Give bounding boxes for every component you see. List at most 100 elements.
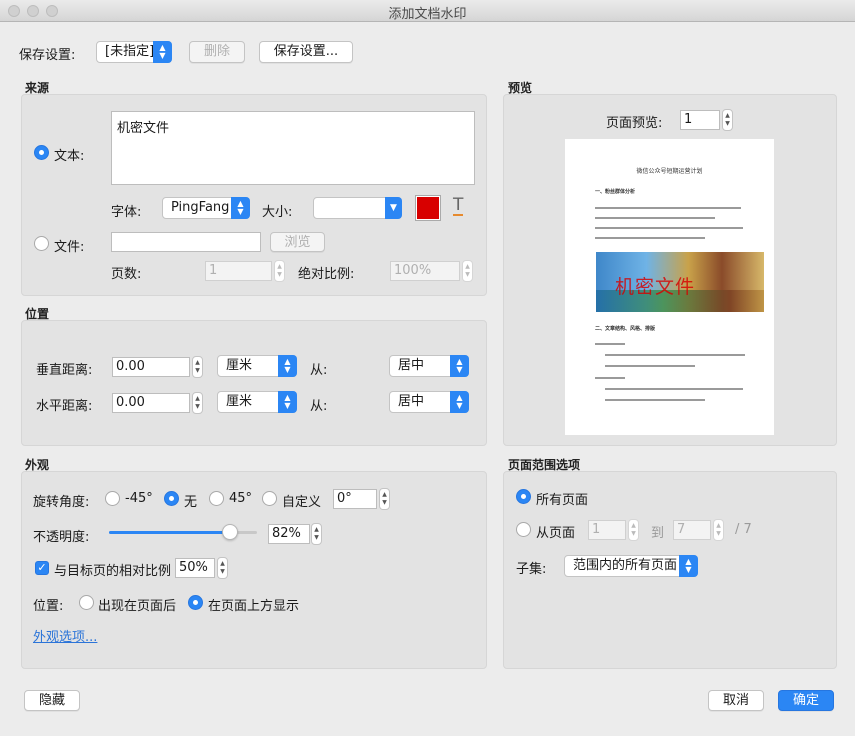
chevron-updown-icon: ▲ ▼ [231,197,250,219]
watermark-text-area[interactable]: 机密文件 [111,111,475,185]
preview-doc-title: 微信公众号短期运营计划 [636,168,703,175]
rotation-none-label: 无 [184,495,198,510]
relative-scale-stepper[interactable]: ▲ ▼ [217,557,228,579]
to-page-stepper[interactable]: ▲ ▼ [713,519,724,541]
scale-stepper[interactable]: ▲ ▼ [462,260,473,282]
from-page-stepper[interactable]: ▲ ▼ [628,519,639,541]
size-label: 大小: [262,205,293,220]
all-pages-label: 所有页面 [536,493,589,508]
rotation-45-label: 45° [229,491,253,506]
chevron-updown-icon: ▲ ▼ [450,355,469,377]
chevron-updown-icon: ▲ ▼ [450,391,469,413]
scale-field[interactable]: 100% [390,261,460,281]
color-swatch [417,197,439,219]
vertical-from-label: 从: [310,363,328,378]
relative-scale-checkbox[interactable]: ✓ [35,561,49,575]
rotation-custom-radio[interactable] [262,491,277,506]
rotation-custom-label: 自定义 [282,495,322,510]
chevron-updown-icon: ▲ ▼ [153,41,172,63]
page-stepper[interactable]: ▲ ▼ [274,260,285,282]
from-page-radio[interactable] [516,522,531,537]
horizontal-distance-field[interactable]: 0.00 [112,393,190,413]
chevron-updown-icon: ▲ ▼ [278,355,297,377]
front-page-label: 在页面上方显示 [208,599,300,614]
chevron-down-icon: ▼ [385,197,402,219]
opacity-label: 不透明度: [33,530,90,545]
opacity-slider-fill [109,531,231,534]
vertical-distance-field[interactable]: 0.00 [112,357,190,377]
appearance-options-link[interactable]: 外观选项... [33,626,97,645]
chevron-updown-icon: ▲ ▼ [278,391,297,413]
text-style-icon[interactable]: T [453,196,464,216]
preview-page-label: 页面预览: [606,116,663,131]
window-title: 添加文档水印 [388,7,467,22]
front-page-radio[interactable] [188,595,203,610]
opacity-field[interactable]: 82% [268,524,310,544]
rotation-neg45-radio[interactable] [105,491,120,506]
file-path-field[interactable] [111,232,261,252]
size-combo[interactable]: ▼ [313,197,402,219]
horizontal-distance-stepper[interactable]: ▲ ▼ [192,392,203,414]
horizontal-from-popup[interactable]: 居中 ▲ ▼ [389,391,469,413]
opacity-slider-track[interactable] [109,524,257,540]
text-source-radio[interactable] [34,145,49,160]
vertical-from-popup[interactable]: 居中 ▲ ▼ [389,355,469,377]
file-source-label: 文件: [54,240,85,255]
preset-label: 保存设置: [19,48,76,63]
relative-scale-field[interactable]: 50% [175,558,215,578]
doc-text-line [595,207,741,209]
preset-popup[interactable]: [未指定] ▲ ▼ [96,41,172,63]
preview-doc-heading-2: 二、文章结构、风格、排版 [595,326,656,332]
browse-button[interactable]: 浏览 [270,232,325,252]
doc-text-line [605,399,705,401]
horizontal-unit-popup[interactable]: 厘米 ▲ ▼ [217,391,297,413]
behind-page-radio[interactable] [79,595,94,610]
doc-text-line [595,217,715,219]
file-source-radio[interactable] [34,236,49,251]
opacity-stepper[interactable]: ▲ ▼ [311,523,322,545]
doc-text-line [605,354,745,356]
vertical-unit-popup[interactable]: 厘米 ▲ ▼ [217,355,297,377]
rotation-45-radio[interactable] [209,491,224,506]
preview-doc-heading-1: 一、粉丝群体分析 [595,189,636,195]
chevron-updown-icon: ▲ ▼ [679,555,698,577]
doc-text-line [595,377,625,379]
subset-value: 范围内的所有页面 [573,558,678,573]
vertical-distance-stepper[interactable]: ▲ ▼ [192,356,203,378]
to-page-field[interactable]: 7 [673,520,711,540]
watermark-preview: 机密文件 [615,276,696,298]
behind-page-label: 出现在页面后 [98,599,177,614]
vertical-from-value: 居中 [398,358,425,373]
total-pages-label: / 7 [735,522,752,537]
doc-text-line [605,365,695,367]
preview-page-field[interactable]: 1 [680,110,720,130]
save-preset-button[interactable]: 保存设置... [259,41,353,63]
horizontal-distance-label: 水平距离: [36,399,93,414]
font-popup[interactable]: PingFang ▲ ▼ [162,197,250,219]
delete-preset-button[interactable]: 删除 [189,41,245,63]
text-source-label: 文本: [54,149,85,164]
preview-page-stepper[interactable]: ▲ ▼ [722,109,733,131]
subset-popup[interactable]: 范围内的所有页面 ▲ ▼ [564,555,698,577]
font-value: PingFang [171,200,230,215]
page-field[interactable]: 1 [205,261,272,281]
vertical-unit-value: 厘米 [226,358,253,373]
vertical-distance-label: 垂直距离: [36,363,93,378]
rotation-custom-field[interactable]: 0° [333,489,377,509]
color-well[interactable] [415,195,441,221]
cancel-button[interactable]: 取消 [708,690,764,711]
horizontal-unit-value: 厘米 [226,394,253,409]
rotation-neg45-label: -45° [125,491,153,506]
position-group [21,320,487,446]
doc-text-line [595,227,743,229]
all-pages-radio[interactable] [516,489,531,504]
page-label: 页数: [111,267,142,282]
hide-button[interactable]: 隐藏 [24,690,80,711]
ok-button[interactable]: 确定 [778,690,834,711]
rotation-custom-stepper[interactable]: ▲ ▼ [379,488,390,510]
from-page-field[interactable]: 1 [588,520,626,540]
rotation-none-radio[interactable] [164,491,179,506]
font-label: 字体: [111,205,142,220]
preset-value: [未指定] [105,44,155,59]
doc-text-line [595,237,705,239]
